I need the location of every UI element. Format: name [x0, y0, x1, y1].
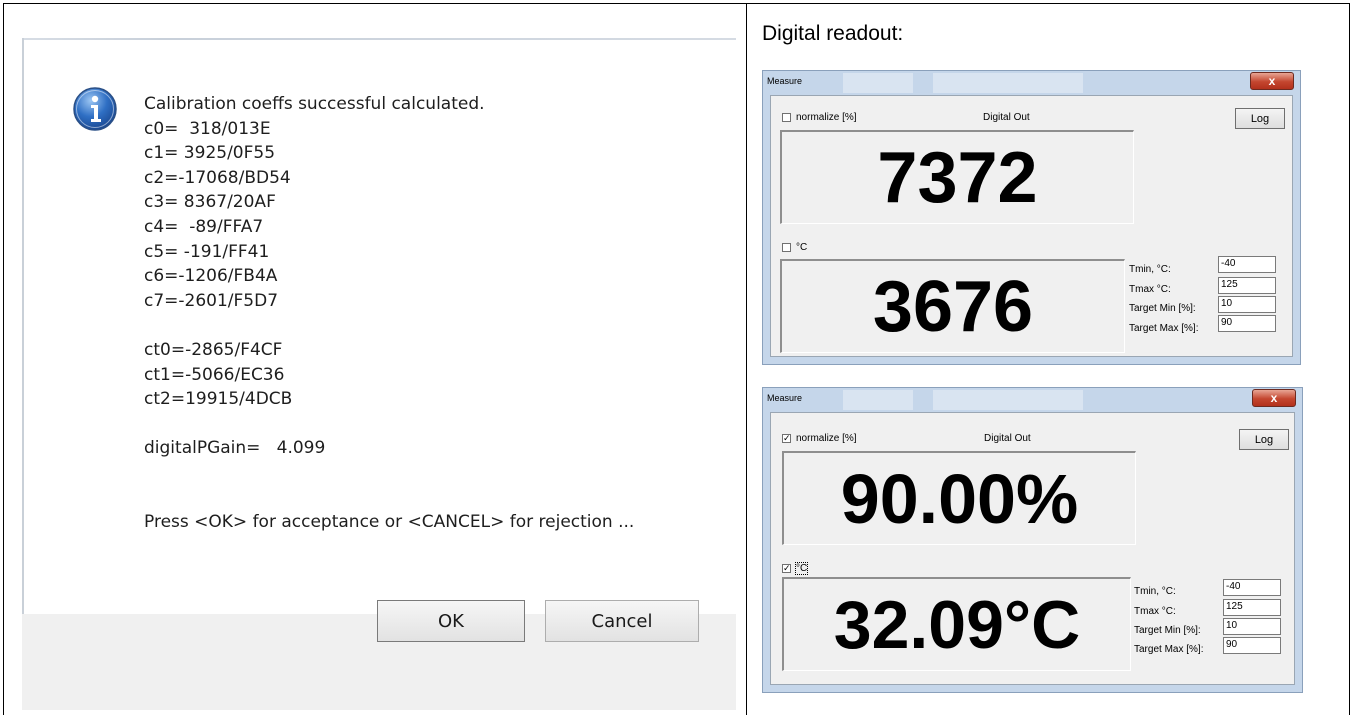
tmax-input[interactable]: 125 — [1218, 277, 1276, 294]
coeff-ct2: ct2=19915/4DCB — [144, 389, 293, 410]
target-min-input[interactable]: 10 — [1218, 296, 1276, 313]
digital-out-display: 7372 — [780, 130, 1134, 224]
tmin-label: Tmin, °C: — [1129, 264, 1171, 275]
coeff-c5: c5= -191/FF41 — [144, 241, 270, 262]
normalize-checkbox[interactable]: ✓ normalize [%] — [782, 433, 857, 444]
target-min-label: Target Min [%]: — [1129, 303, 1196, 314]
dialog-prompt: Press <OK> for acceptance or <CANCEL> fo… — [144, 511, 635, 532]
tmin-input[interactable]: -40 — [1223, 579, 1281, 596]
close-button[interactable]: x — [1250, 72, 1294, 90]
celsius-checkbox[interactable]: ✓ °C — [782, 562, 809, 575]
window-client-area: ✓ normalize [%] Digital Out Log 90.00% ✓… — [770, 412, 1295, 685]
log-button[interactable]: Log — [1239, 429, 1289, 450]
dialog-message: Calibration coeffs successful calculated… — [144, 92, 724, 535]
target-max-label: Target Max [%]: — [1129, 323, 1199, 334]
titlebar-blur — [843, 390, 913, 410]
temperature-display: 32.09°C — [782, 577, 1131, 671]
target-max-input[interactable]: 90 — [1223, 637, 1281, 654]
coeff-c2: c2=-17068/BD54 — [144, 167, 291, 188]
normalize-checkbox[interactable]: normalize [%] — [782, 112, 857, 123]
message-line: Calibration coeffs successful calculated… — [144, 94, 485, 114]
coeff-ct1: ct1=-5066/EC36 — [144, 364, 285, 385]
window-client-area: normalize [%] Digital Out Log 7372 °C 36… — [770, 95, 1293, 357]
table-border-top — [3, 3, 1350, 4]
digital-pgain: digitalPGain= 4.099 — [144, 438, 326, 459]
window-title: Measure — [767, 76, 803, 86]
checkbox-box[interactable] — [782, 243, 791, 252]
coeff-c0: c0= 318/013E — [144, 118, 271, 139]
measure-window: Measure x normalize [%] Digital Out Log … — [762, 70, 1301, 365]
celsius-label: °C — [794, 562, 809, 575]
table-border-right — [1349, 3, 1350, 715]
dialog-left-edge — [22, 38, 24, 710]
coeff-c3: c3= 8367/20AF — [144, 192, 276, 213]
window-title: Measure — [767, 393, 803, 403]
tmax-input[interactable]: 125 — [1223, 599, 1281, 616]
dialog-top-edge — [22, 38, 736, 40]
measure-window: Measure x ✓ normalize [%] Digital Out Lo… — [762, 387, 1303, 693]
table-border-left — [3, 3, 4, 715]
checkbox-box[interactable] — [782, 113, 791, 122]
celsius-checkbox[interactable]: °C — [782, 242, 807, 253]
coeff-c1: c1= 3925/0F55 — [144, 143, 276, 164]
temperature-display: 3676 — [780, 259, 1125, 353]
target-max-label: Target Max [%]: — [1134, 644, 1204, 655]
coeff-ct0: ct0=-2865/F4CF — [144, 339, 283, 360]
digital-out-label: Digital Out — [983, 112, 1030, 123]
coeff-c6: c6=-1206/FB4A — [144, 266, 278, 287]
normalize-label: normalize [%] — [796, 433, 857, 444]
section-title: Digital readout: — [762, 22, 904, 45]
close-button[interactable]: x — [1252, 389, 1296, 407]
digital-out-label: Digital Out — [984, 433, 1031, 444]
titlebar-blur — [933, 390, 1083, 410]
checkbox-box[interactable]: ✓ — [782, 564, 791, 573]
coeff-c4: c4= -89/FFA7 — [144, 216, 264, 237]
target-min-input[interactable]: 10 — [1223, 618, 1281, 635]
tmax-label: Tmax °C: — [1129, 284, 1171, 295]
tmin-label: Tmin, °C: — [1134, 586, 1176, 597]
table-border-middle — [746, 3, 747, 715]
celsius-label: °C — [796, 242, 808, 253]
digital-out-display: 90.00% — [782, 451, 1136, 545]
normalize-label: normalize [%] — [796, 112, 857, 123]
log-button[interactable]: Log — [1235, 108, 1285, 129]
coeff-c7: c7=-2601/F5D7 — [144, 290, 279, 311]
cancel-button[interactable]: Cancel — [545, 600, 699, 642]
titlebar-blur — [843, 73, 913, 93]
ok-button[interactable]: OK — [377, 600, 525, 642]
tmax-label: Tmax °C: — [1134, 606, 1176, 617]
info-icon — [73, 87, 117, 131]
tmin-input[interactable]: -40 — [1218, 256, 1276, 273]
checkbox-box[interactable]: ✓ — [782, 434, 791, 443]
titlebar-blur — [933, 73, 1083, 93]
target-max-input[interactable]: 90 — [1218, 315, 1276, 332]
target-min-label: Target Min [%]: — [1134, 625, 1201, 636]
